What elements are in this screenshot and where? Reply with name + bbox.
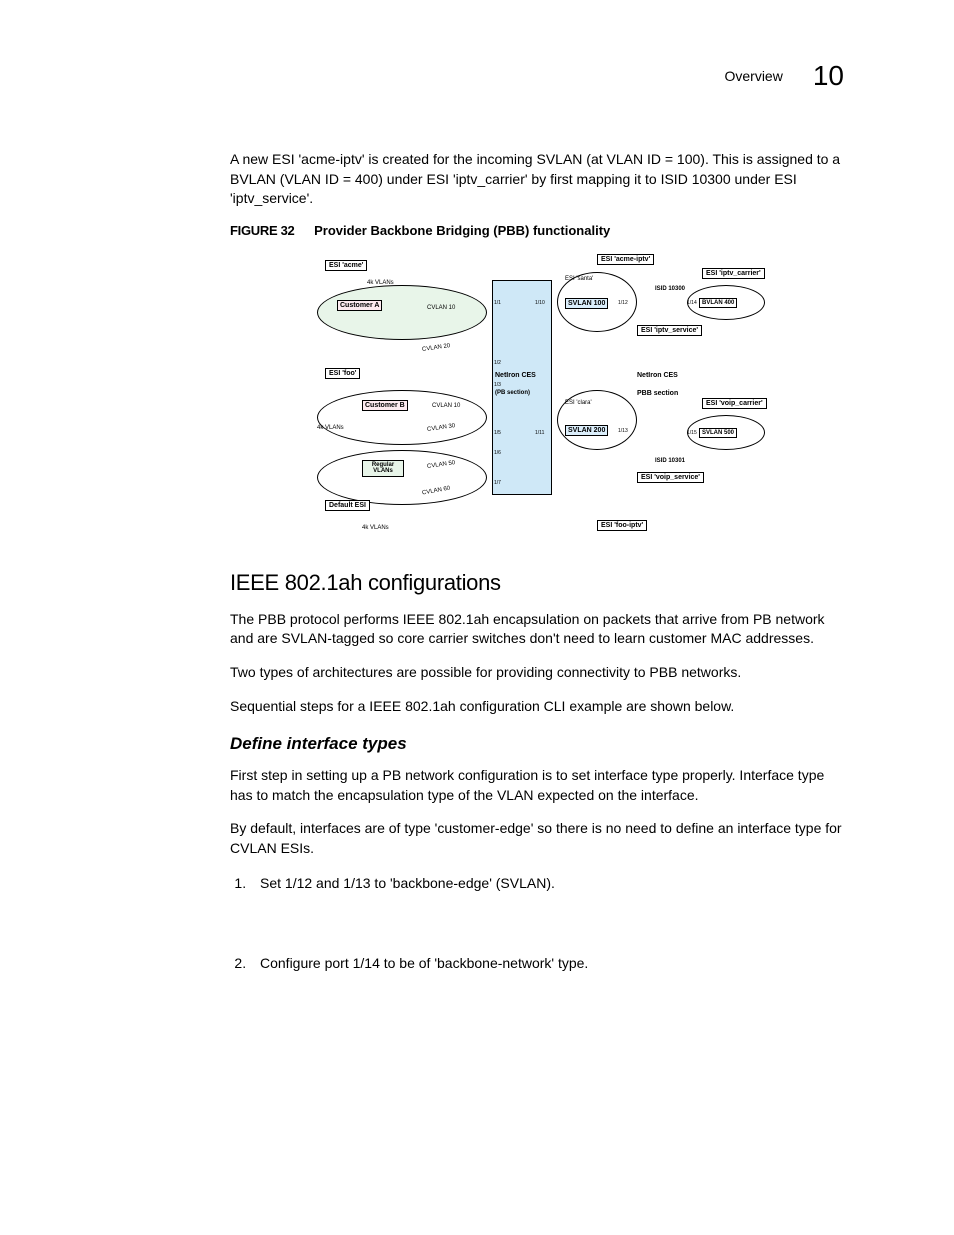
pb-section-text: (PB section) bbox=[495, 390, 530, 396]
port-1-6: 1/6 bbox=[494, 450, 501, 456]
customer-b-box: Customer B bbox=[362, 400, 408, 411]
port-1-13: 1/13 bbox=[618, 428, 628, 434]
esi-foo-iptv-label: ESI 'foo-iptv' bbox=[597, 520, 647, 531]
port-1-10: 1/10 bbox=[535, 300, 545, 306]
diagram-container: ESI 'acme' 4k VLANs Customer A CVLAN 10 … bbox=[230, 250, 844, 540]
paragraph-2: Two types of architectures are possible … bbox=[230, 663, 844, 683]
esi-voip-carrier-label: ESI 'voip_carrier' bbox=[702, 398, 767, 409]
cvlan-10: CVLAN 10 bbox=[427, 305, 455, 311]
cloud-customer-a bbox=[317, 285, 487, 340]
esi-iptv-carrier-label: ESI 'iptv_carrier' bbox=[702, 268, 765, 279]
esi-acme-iptv-label: ESI 'acme-iptv' bbox=[597, 254, 654, 265]
port-1-5: 1/5 bbox=[494, 430, 501, 436]
port-1-11: 1/11 bbox=[535, 430, 544, 436]
intro-paragraph: A new ESI 'acme-iptv' is created for the… bbox=[230, 150, 844, 209]
esi-clara-label: ESI 'clara' bbox=[565, 400, 592, 406]
page-header: Overview 10 bbox=[724, 60, 844, 92]
figure-label: FIGURE 32 bbox=[230, 223, 294, 238]
4k-vlans-c: 4k VLANs bbox=[362, 525, 389, 531]
isid-10301-text: ISID 10301 bbox=[655, 458, 685, 464]
cloud-clara bbox=[557, 390, 637, 450]
netiron-ces-pb-label: NetIron CES bbox=[495, 372, 536, 379]
cloud-customer-b bbox=[317, 390, 487, 445]
cvlan-10b: CVLAN 10 bbox=[432, 403, 460, 409]
esi-santa-label: ESI 'santa' bbox=[565, 276, 593, 282]
port-1-15: 1/15 bbox=[687, 430, 697, 436]
regular-vlans-box: RegularVLANs bbox=[362, 460, 404, 477]
figure-caption-row: FIGURE 32 Provider Backbone Bridging (PB… bbox=[230, 223, 844, 238]
esi-acme-label: ESI 'acme' bbox=[325, 260, 367, 271]
chapter-number: 10 bbox=[813, 60, 844, 92]
default-esi-label: Default ESI bbox=[325, 500, 370, 511]
figure-caption: Provider Backbone Bridging (PBB) functio… bbox=[314, 223, 610, 238]
port-1-2: 1/2 bbox=[494, 360, 501, 366]
paragraph-4: First step in setting up a PB network co… bbox=[230, 766, 844, 805]
esi-foo-label: ESI 'foo' bbox=[325, 368, 360, 379]
paragraph-1: The PBB protocol performs IEEE 802.1ah e… bbox=[230, 610, 844, 649]
pbb-diagram: ESI 'acme' 4k VLANs Customer A CVLAN 10 … bbox=[307, 250, 767, 540]
netiron-ces-pbb-label: NetIron CES bbox=[637, 372, 678, 379]
subsection-heading: Define interface types bbox=[230, 734, 844, 754]
port-1-1: 1/1 bbox=[494, 300, 501, 306]
svlan-200-box: SVLAN 200 bbox=[565, 425, 608, 436]
pbb-section-text: PBB section bbox=[637, 390, 678, 397]
steps-list: Set 1/12 and 1/13 to 'backbone-edge' (SV… bbox=[250, 873, 844, 974]
cvlan-20: CVLAN 20 bbox=[422, 343, 451, 353]
port-1-3: 1/3 bbox=[494, 382, 501, 388]
isid-10300-text: ISID 10300 bbox=[655, 286, 685, 292]
port-1-14: 1/14 bbox=[687, 300, 697, 306]
port-1-12: 1/12 bbox=[618, 300, 628, 306]
esi-voip-service-label: ESI 'voip_service' bbox=[637, 472, 704, 483]
step-item-2: Configure port 1/14 to be of 'backbone-n… bbox=[250, 953, 844, 973]
4k-vlans-b: 4k VLANs bbox=[317, 425, 344, 431]
step-item-1: Set 1/12 and 1/13 to 'backbone-edge' (SV… bbox=[250, 873, 844, 893]
port-1-7: 1/7 bbox=[494, 480, 501, 486]
header-section-label: Overview bbox=[724, 68, 782, 84]
pb-section-box bbox=[492, 280, 552, 495]
paragraph-3: Sequential steps for a IEEE 802.1ah conf… bbox=[230, 697, 844, 717]
bvlan-400-box: BVLAN 400 bbox=[699, 298, 737, 308]
page-content: A new ESI 'acme-iptv' is created for the… bbox=[230, 150, 844, 973]
esi-iptv-service-label: ESI 'iptv_service' bbox=[637, 325, 702, 336]
section-heading: IEEE 802.1ah configurations bbox=[230, 570, 844, 596]
svlan-100-box: SVLAN 100 bbox=[565, 298, 608, 309]
paragraph-5: By default, interfaces are of type 'cust… bbox=[230, 819, 844, 858]
cloud-regular-vlans bbox=[317, 450, 487, 505]
4k-vlans-a: 4k VLANs bbox=[367, 280, 394, 286]
customer-a-box: Customer A bbox=[337, 300, 382, 311]
svlan-500-box: SVLAN 500 bbox=[699, 428, 737, 438]
